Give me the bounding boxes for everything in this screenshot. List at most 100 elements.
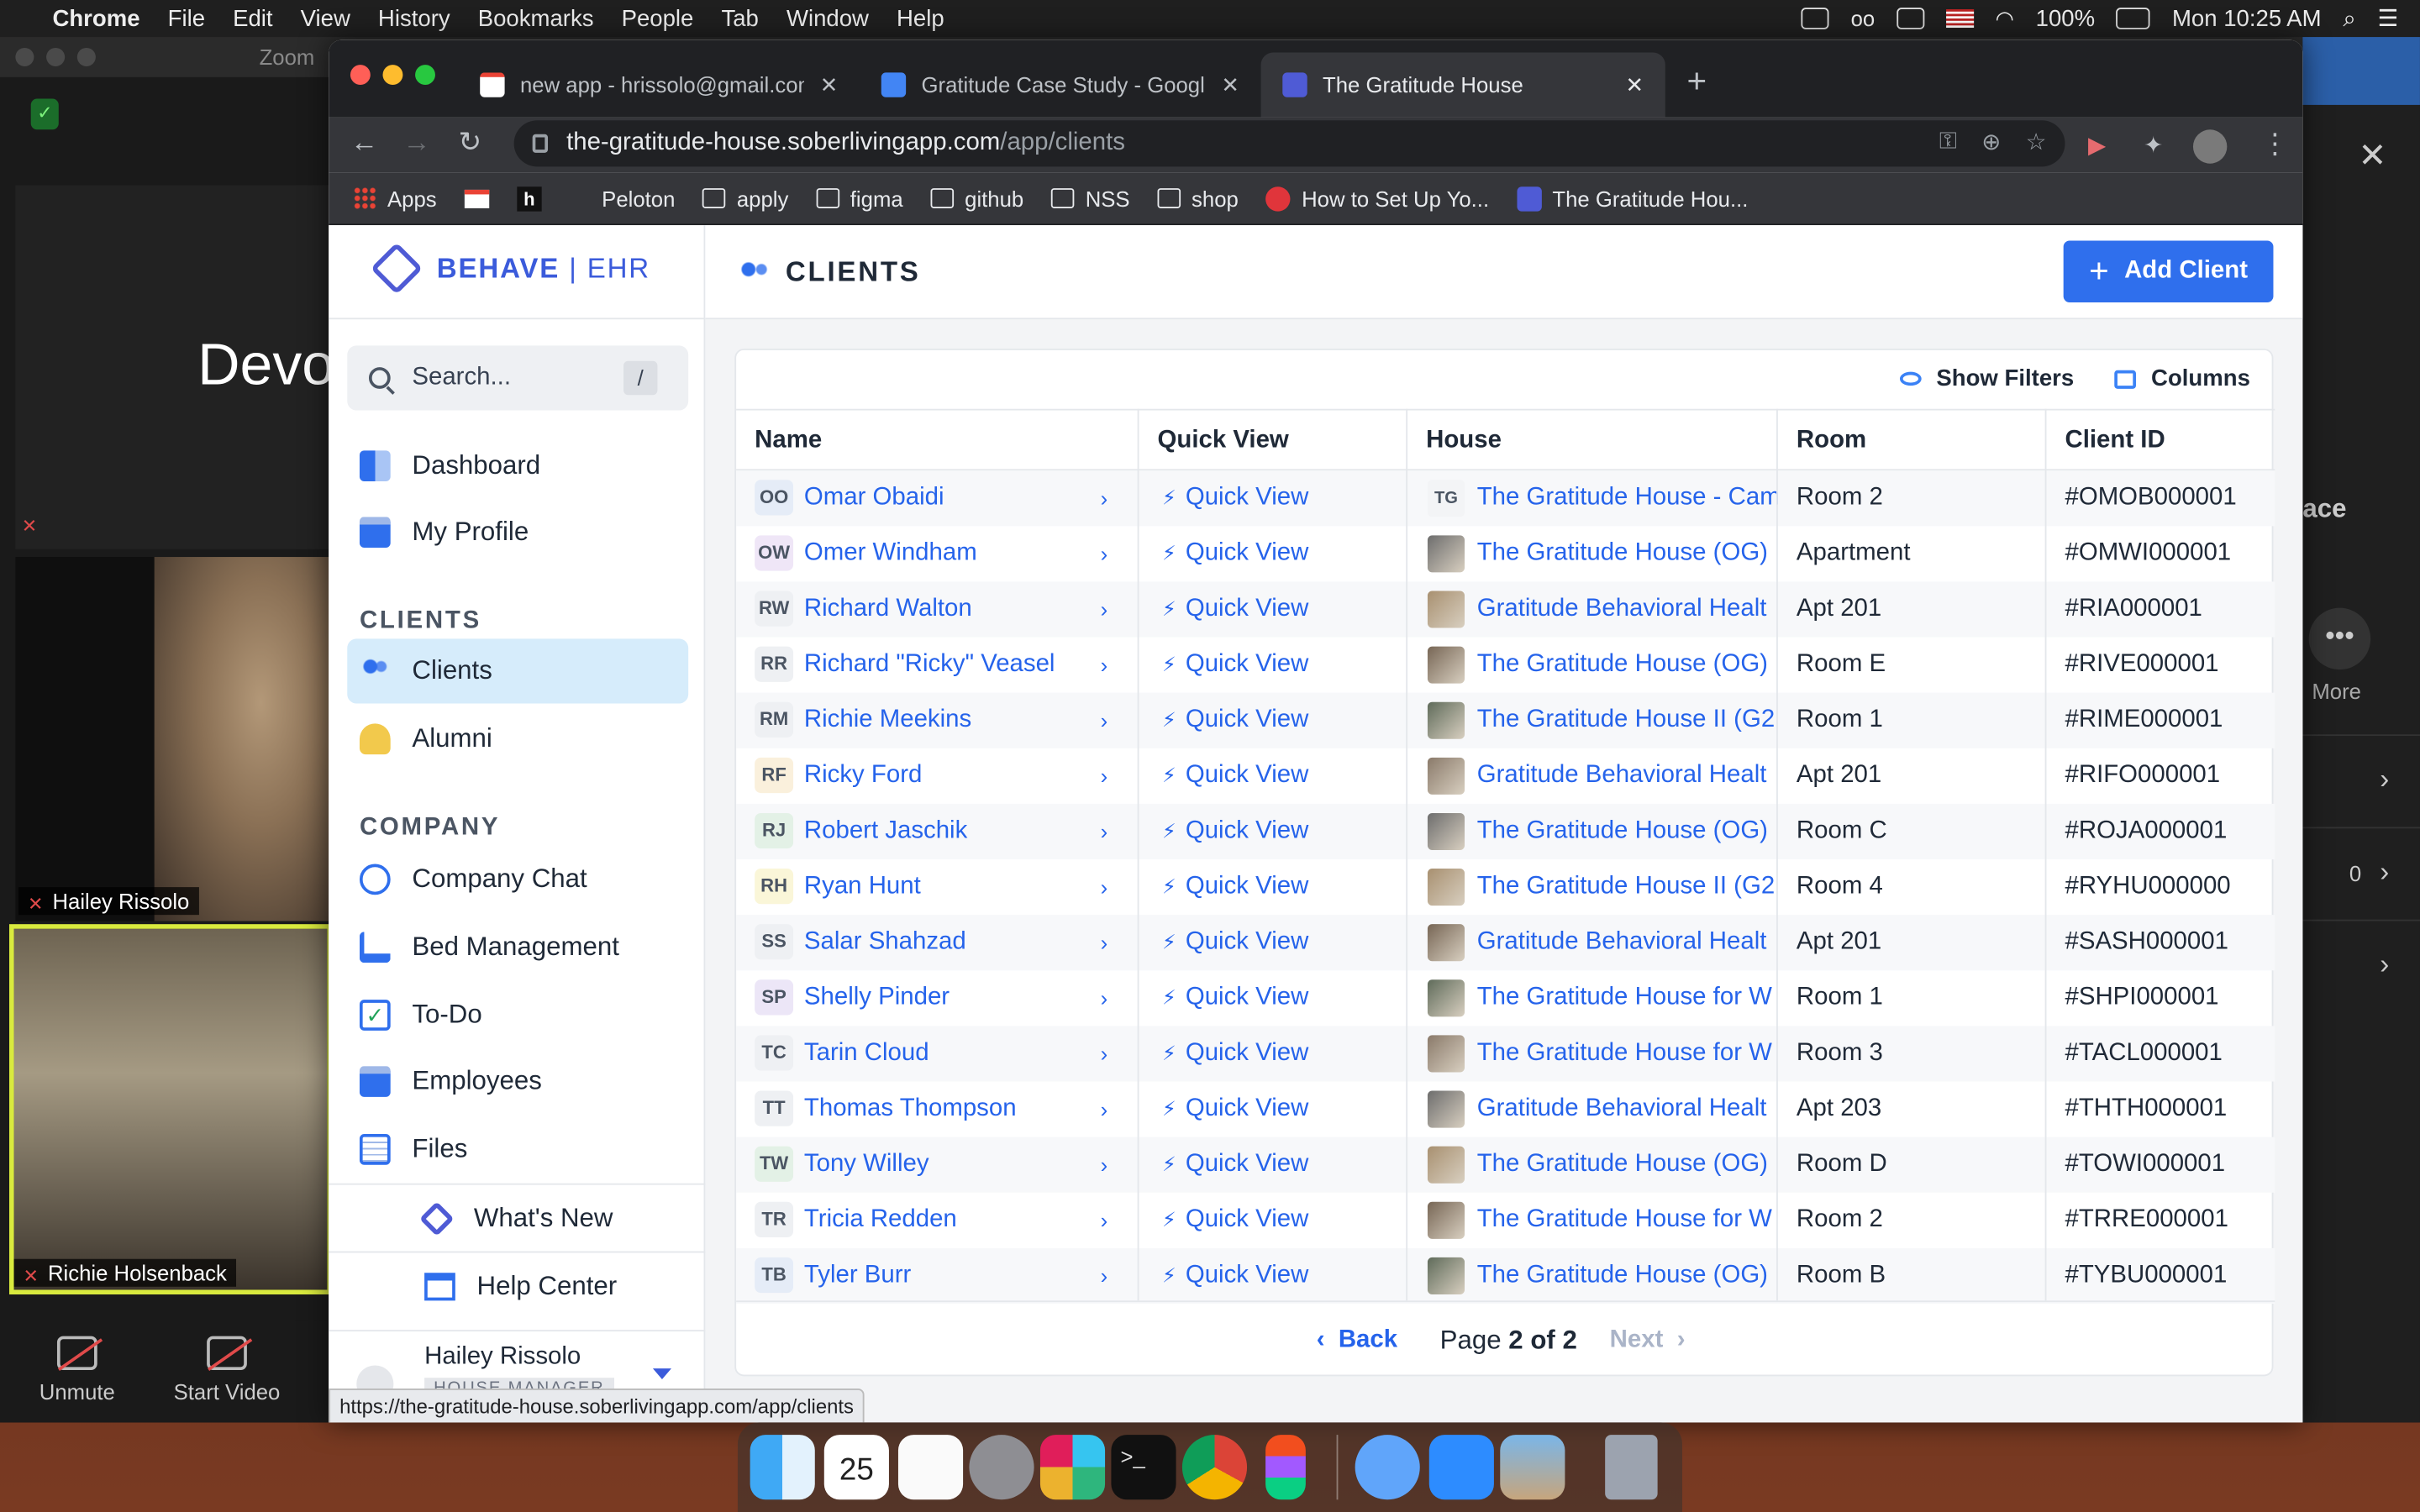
back-arrow-icon[interactable]: ← xyxy=(350,127,378,160)
lock-icon[interactable] xyxy=(532,134,549,153)
bookmark-apps[interactable]: Apps xyxy=(353,186,437,211)
table-row[interactable]: TR Tricia Redden › ⚡ Quick View The Gratitude… xyxy=(736,1193,2275,1248)
house-link[interactable]: The Gratitude House (OG) xyxy=(1477,1262,1778,1289)
reminders-icon[interactable] xyxy=(897,1435,964,1500)
bookmark-shop[interactable]: shop xyxy=(1157,186,1239,211)
client-name-link[interactable]: Richie Meekins xyxy=(804,706,1082,734)
house-link[interactable]: The Gratitude House for W xyxy=(1477,1040,1778,1068)
menu-file[interactable]: File xyxy=(168,5,205,31)
client-name-link[interactable]: Robert Jaschik xyxy=(804,817,1082,845)
quick-view-link[interactable]: ⚡ Quick View xyxy=(1162,596,1347,623)
new-tab-icon[interactable]: + xyxy=(1687,61,1707,102)
house-link[interactable]: The Gratitude House II (G2 xyxy=(1477,706,1778,734)
window-close-button[interactable] xyxy=(350,65,371,86)
client-name-link[interactable]: Thomas Thompson xyxy=(804,1095,1082,1123)
brand-logo[interactable]: BEHAVE | EHR xyxy=(370,242,650,295)
house-link[interactable]: The Gratitude House (OG) xyxy=(1477,1151,1778,1179)
terminal-icon[interactable]: >_ xyxy=(1111,1435,1176,1500)
show-filters-button[interactable]: Show Filters xyxy=(1899,365,2074,392)
menu-window[interactable]: Window xyxy=(786,5,869,31)
sidebar-item-my-profile[interactable]: My Profile xyxy=(347,500,688,564)
preview-icon[interactable] xyxy=(1500,1435,1565,1500)
bookmark-github[interactable]: github xyxy=(930,186,1023,211)
table-row[interactable]: OO Omar Obaidi › ⚡ Quick View TG The Gratitude… xyxy=(736,470,2275,527)
start-video-button[interactable]: Start Video xyxy=(164,1336,291,1404)
side-row[interactable]: › xyxy=(2302,919,2420,1010)
table-row[interactable]: RF Ricky Ford › ⚡ Quick View Gratitude Behavi… xyxy=(736,748,2275,804)
zoom-close-dot[interactable] xyxy=(15,47,34,66)
quick-view-link[interactable]: ⚡ Quick View xyxy=(1162,706,1347,734)
spotlight-icon[interactable]: ⌕ xyxy=(2343,5,2355,31)
tab-close-icon[interactable]: ✕ xyxy=(820,71,839,97)
slack-icon[interactable] xyxy=(1039,1435,1106,1500)
clock[interactable]: Mon 10:25 AM xyxy=(2172,5,2322,31)
add-icon[interactable]: ⊕ xyxy=(1981,128,2001,155)
sidebar-item-employees[interactable]: Employees xyxy=(347,1049,688,1114)
chevron-right-icon[interactable]: › xyxy=(1101,542,1116,566)
chevron-right-icon[interactable]: › xyxy=(1101,653,1116,677)
help-center-link[interactable]: Help Center xyxy=(329,1251,706,1320)
tab-close-icon[interactable]: ✕ xyxy=(1221,71,1239,97)
quick-view-link[interactable]: ⚡ Quick View xyxy=(1162,874,1347,901)
chevron-right-icon[interactable]: › xyxy=(1101,1263,1116,1288)
col-header-room[interactable]: Room xyxy=(1797,428,1866,455)
chevron-right-icon[interactable]: › xyxy=(1101,819,1116,843)
quick-view-link[interactable]: ⚡ Quick View xyxy=(1162,1095,1347,1123)
bookmark-h[interactable]: h xyxy=(517,186,542,211)
table-row[interactable]: RM Richie Meekins › ⚡ Quick View The Gratitud… xyxy=(736,692,2275,748)
chevron-right-icon[interactable]: › xyxy=(1101,708,1116,732)
profile-avatar[interactable] xyxy=(2192,129,2228,164)
quick-view-link[interactable]: ⚡ Quick View xyxy=(1162,1151,1347,1179)
tab-gratitude-house[interactable]: The Gratitude House ✕ xyxy=(1260,52,1665,118)
wifi-icon[interactable]: ◠ xyxy=(1996,5,2014,31)
chevron-down-icon[interactable] xyxy=(652,1368,671,1380)
bookmark-apply[interactable]: apply xyxy=(702,186,788,211)
flag-icon[interactable] xyxy=(1945,9,1974,29)
display-icon[interactable] xyxy=(1896,8,1925,29)
trash-icon[interactable] xyxy=(1605,1435,1658,1500)
table-row[interactable]: SP Shelly Pinder › ⚡ Quick View The Gratitude… xyxy=(736,970,2275,1026)
chevron-right-icon[interactable]: › xyxy=(1101,1152,1116,1177)
shield-icon[interactable] xyxy=(30,98,59,130)
bookmark-gmail[interactable] xyxy=(464,188,490,208)
unmute-button[interactable]: Unmute xyxy=(34,1336,120,1404)
col-header-name[interactable]: Name xyxy=(755,428,822,455)
calendar-icon[interactable]: 25 xyxy=(823,1435,889,1500)
pagination-next-button[interactable]: Next › xyxy=(1610,1327,1686,1355)
table-row[interactable]: RJ Robert Jaschik › ⚡ Quick View The Gratitud… xyxy=(736,803,2275,860)
house-link[interactable]: Gratitude Behavioral Healt xyxy=(1477,1095,1778,1123)
house-link[interactable]: The Gratitude House - Cam xyxy=(1477,485,1778,512)
side-row[interactable]: 0 › xyxy=(2302,827,2420,916)
tab-gmail[interactable]: new app - hrissolo@gmail.com ✕ xyxy=(458,52,860,117)
address-bar[interactable]: the-gratitude-house.soberlivingapp.com/a… xyxy=(513,120,2065,167)
quick-view-link[interactable]: ⚡ Quick View xyxy=(1162,984,1347,1012)
client-name-link[interactable]: Tarin Cloud xyxy=(804,1040,1082,1068)
client-name-link[interactable]: Tony Willey xyxy=(804,1151,1082,1179)
zoom-app-icon[interactable] xyxy=(1428,1435,1494,1500)
col-header-house[interactable]: House xyxy=(1426,428,1502,455)
house-link[interactable]: Gratitude Behavioral Healt xyxy=(1477,929,1778,957)
house-link[interactable]: Gratitude Behavioral Healt xyxy=(1477,596,1778,623)
bookmark-nss[interactable]: NSS xyxy=(1051,186,1130,211)
sidebar-item-dashboard[interactable]: Dashboard xyxy=(347,433,688,498)
control-center-icon[interactable]: ☰ xyxy=(2378,5,2399,32)
messages-icon[interactable] xyxy=(1355,1435,1420,1500)
house-link[interactable]: The Gratitude House (OG) xyxy=(1477,540,1778,568)
chevron-right-icon[interactable]: › xyxy=(1101,931,1116,955)
menu-tab[interactable]: Tab xyxy=(721,5,758,31)
menu-people[interactable]: People xyxy=(622,5,694,31)
finder-icon[interactable] xyxy=(750,1435,815,1500)
chevron-right-icon[interactable]: › xyxy=(1101,1097,1116,1121)
house-link[interactable]: The Gratitude House II (G2 xyxy=(1477,874,1778,901)
tab-close-icon[interactable]: ✕ xyxy=(1626,71,1644,97)
quick-view-link[interactable]: ⚡ Quick View xyxy=(1162,817,1347,845)
table-row[interactable]: OW Omer Windham › ⚡ Quick View The Gratitude … xyxy=(736,526,2275,581)
zoom-status-icon[interactable] xyxy=(1801,8,1829,29)
col-header-quick-view[interactable]: Quick View xyxy=(1158,428,1289,455)
close-icon[interactable]: ✕ xyxy=(2358,136,2386,176)
client-name-link[interactable]: Ricky Ford xyxy=(804,762,1082,790)
chevron-right-icon[interactable]: › xyxy=(1101,486,1116,511)
menu-app-name[interactable]: Chrome xyxy=(52,5,139,31)
chevron-right-icon[interactable]: › xyxy=(1101,986,1116,1011)
client-name-link[interactable]: Salar Shahzad xyxy=(804,929,1082,957)
